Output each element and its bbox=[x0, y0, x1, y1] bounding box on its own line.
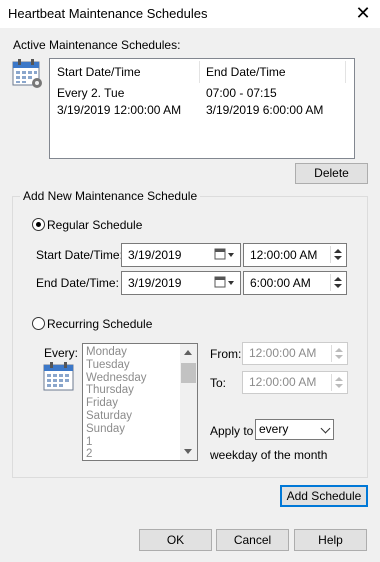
time-spinner[interactable] bbox=[330, 274, 344, 291]
from-time-field[interactable]: 12:00:00 AM bbox=[242, 342, 348, 365]
listbox-scrollbar[interactable] bbox=[180, 344, 197, 460]
end-datetime-label: End Date/Time: bbox=[36, 276, 119, 290]
start-time-field[interactable]: 12:00:00 AM bbox=[243, 243, 347, 267]
row-1-end[interactable]: 07:00 - 07:15 bbox=[206, 86, 277, 100]
ok-button[interactable]: OK bbox=[139, 529, 212, 551]
spin-down-icon[interactable] bbox=[334, 284, 342, 288]
to-label: To: bbox=[210, 376, 227, 390]
radio-selected-dot bbox=[36, 222, 41, 227]
recurring-schedule-radio[interactable] bbox=[32, 317, 45, 330]
to-time-field[interactable]: 12:00:00 AM bbox=[242, 371, 348, 394]
spin-up-icon[interactable] bbox=[334, 277, 342, 281]
calendar-gear-icon bbox=[12, 58, 44, 90]
spin-up-icon[interactable] bbox=[335, 377, 343, 381]
from-label: From: bbox=[210, 347, 242, 361]
row-1-start[interactable]: Every 2. Tue bbox=[57, 86, 124, 100]
row-2-end[interactable]: 3/19/2019 6:00:00 AM bbox=[206, 103, 323, 117]
spin-up-icon[interactable] bbox=[335, 348, 343, 352]
column-header-start[interactable]: Start Date/Time bbox=[57, 65, 141, 79]
start-datetime-label: Start Date/Time: bbox=[36, 248, 123, 262]
close-icon[interactable]: ✕ bbox=[352, 2, 374, 24]
regular-schedule-label[interactable]: Regular Schedule bbox=[47, 218, 142, 232]
spin-up-icon[interactable] bbox=[334, 249, 342, 253]
column-divider bbox=[345, 61, 346, 83]
add-schedule-group-title: Add New Maintenance Schedule bbox=[20, 189, 201, 203]
scroll-down-icon[interactable] bbox=[184, 449, 192, 454]
spin-down-icon[interactable] bbox=[334, 256, 342, 260]
start-date-picker[interactable]: 3/19/2019 bbox=[121, 243, 241, 267]
apply-to-value: every bbox=[259, 422, 289, 436]
end-date-picker[interactable]: 3/19/2019 bbox=[121, 271, 241, 295]
every-label: Every: bbox=[44, 346, 79, 360]
scroll-thumb[interactable] bbox=[181, 363, 196, 383]
start-date-value: 3/19/2019 bbox=[128, 248, 182, 262]
recurrence-listbox[interactable]: Monday Tuesday Wednesday Thursday Friday… bbox=[82, 343, 198, 461]
time-spinner[interactable] bbox=[331, 345, 345, 362]
apply-to-select[interactable]: every bbox=[255, 419, 334, 440]
regular-schedule-radio[interactable] bbox=[32, 218, 45, 231]
apply-to-label: Apply to bbox=[210, 424, 254, 438]
end-date-value: 3/19/2019 bbox=[128, 276, 182, 290]
row-2-start[interactable]: 3/19/2019 12:00:00 AM bbox=[57, 103, 181, 117]
time-spinner[interactable] bbox=[330, 246, 344, 263]
column-divider bbox=[199, 61, 200, 83]
start-time-value: 12:00:00 AM bbox=[250, 248, 318, 262]
end-time-value: 6:00:00 AM bbox=[250, 276, 311, 290]
time-spinner[interactable] bbox=[331, 374, 345, 391]
delete-button[interactable]: Delete bbox=[295, 163, 368, 184]
to-time-value: 12:00:00 AM bbox=[249, 375, 317, 389]
cancel-button[interactable]: Cancel bbox=[216, 529, 289, 551]
active-schedules-label: Active Maintenance Schedules: bbox=[13, 38, 181, 52]
window-title: Heartbeat Maintenance Schedules bbox=[8, 6, 208, 21]
calendar-dropdown-icon[interactable] bbox=[214, 275, 236, 290]
calendar-icon bbox=[43, 361, 75, 391]
calendar-dropdown-icon[interactable] bbox=[214, 247, 236, 262]
spin-down-icon[interactable] bbox=[335, 355, 343, 359]
column-header-end[interactable]: End Date/Time bbox=[206, 65, 286, 79]
add-schedule-button[interactable]: Add Schedule bbox=[280, 485, 368, 507]
spin-down-icon[interactable] bbox=[335, 384, 343, 388]
recurring-schedule-label[interactable]: Recurring Schedule bbox=[47, 317, 152, 331]
active-schedules-list[interactable]: Start Date/Time End Date/Time Every 2. T… bbox=[49, 58, 355, 159]
from-time-value: 12:00:00 AM bbox=[249, 346, 317, 360]
chevron-down-icon bbox=[320, 423, 331, 434]
end-time-field[interactable]: 6:00:00 AM bbox=[243, 271, 347, 295]
weekday-of-month-label: weekday of the month bbox=[210, 448, 328, 462]
help-button[interactable]: Help bbox=[294, 529, 367, 551]
scroll-up-icon[interactable] bbox=[184, 350, 192, 355]
